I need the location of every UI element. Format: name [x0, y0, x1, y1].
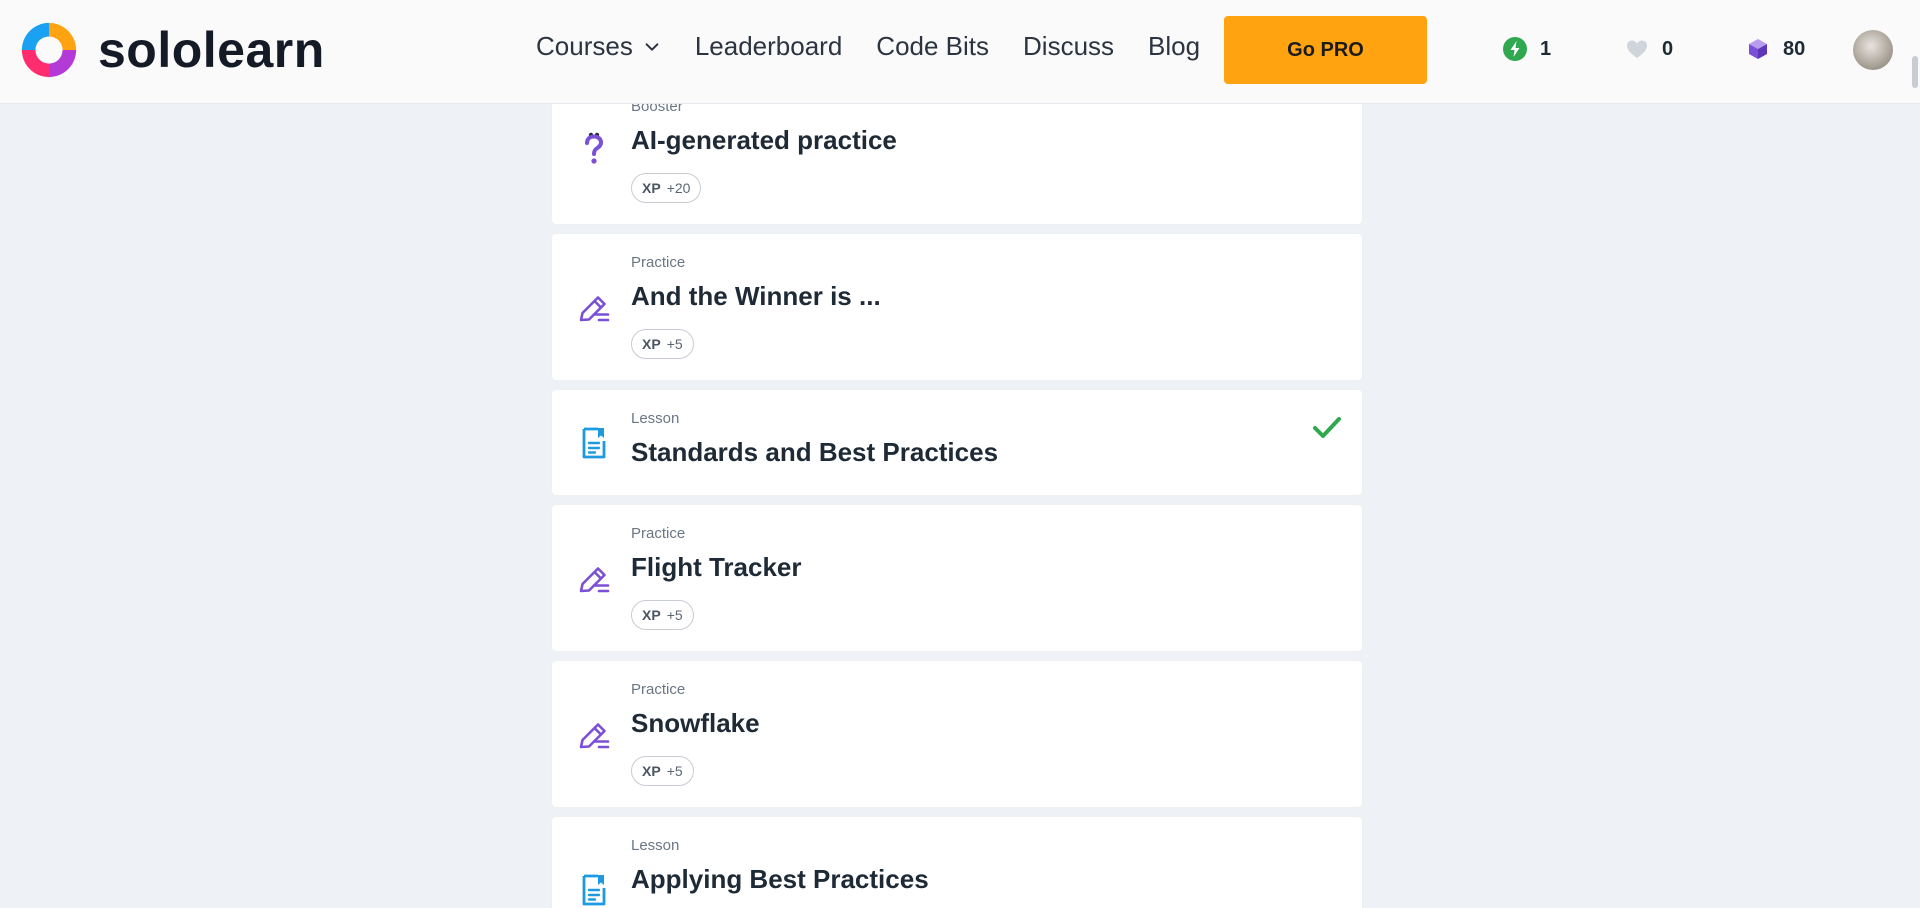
bits-count: 80 — [1783, 37, 1806, 60]
streak-counter[interactable]: 1 — [1502, 36, 1551, 62]
nav-courses[interactable]: Courses — [536, 31, 661, 62]
card-type-label: Practice — [631, 525, 686, 542]
card-type-label: Practice — [631, 254, 686, 271]
question-mark-icon — [585, 132, 604, 164]
card-type-label: Practice — [631, 681, 686, 698]
page-scrollbar[interactable] — [1912, 56, 1918, 88]
lesson-doc-icon — [582, 427, 606, 459]
nav-leaderboard[interactable]: Leaderboard — [695, 31, 842, 62]
pencil-icon — [579, 723, 610, 749]
hearts-counter[interactable]: 0 — [1624, 36, 1673, 62]
xp-value: +5 — [666, 336, 683, 352]
card-type-label: Lesson — [631, 410, 680, 427]
lightning-icon — [1503, 37, 1527, 61]
list-item-practice[interactable]: Practice Flight Tracker XP +5 — [552, 505, 1362, 651]
checkmark-icon — [1313, 417, 1341, 438]
card-title: And the Winner is ... — [631, 281, 881, 311]
main-nav: Courses Leaderboard Code Bits Discuss Bl… — [536, 31, 1200, 62]
go-pro-button[interactable]: Go PRO — [1224, 16, 1427, 84]
top-navbar: sololearn Courses Leaderboard Code Bits … — [0, 0, 1920, 104]
xp-badge: XP +5 — [631, 600, 694, 630]
sololearn-logo-icon — [21, 22, 77, 78]
card-title: AI-generated practice — [631, 125, 897, 155]
heart-icon — [1627, 40, 1647, 58]
chevron-down-icon — [645, 42, 659, 51]
xp-badge: XP +5 — [631, 756, 694, 786]
sololearn-logo[interactable]: sololearn — [18, 19, 325, 81]
pencil-icon — [579, 567, 610, 593]
list-item-practice[interactable]: Practice And the Winner is ... XP +5 — [552, 234, 1362, 380]
xp-label: XP — [642, 607, 661, 623]
xp-label: XP — [642, 763, 661, 779]
lesson-doc-icon — [582, 874, 606, 906]
user-avatar[interactable] — [1853, 30, 1893, 70]
nav-blog[interactable]: Blog — [1148, 31, 1200, 62]
list-item-practice[interactable]: Practice Snowflake XP +5 — [552, 661, 1362, 807]
nav-discuss[interactable]: Discuss — [1023, 31, 1114, 62]
xp-badge: XP +5 — [631, 329, 694, 359]
brand-name: sololearn — [98, 22, 325, 78]
page: sololearn Courses Leaderboard Code Bits … — [0, 0, 1920, 908]
xp-badge: XP +20 — [631, 173, 702, 203]
card-title: Snowflake — [631, 708, 760, 738]
card-title: Applying Best Practices — [631, 864, 929, 894]
list-item-lesson[interactable]: Lesson Standards and Best Practices — [552, 390, 1362, 495]
card-title: Standards and Best Practices — [631, 437, 999, 467]
xp-value: +5 — [666, 763, 683, 779]
card-title: Flight Tracker — [631, 552, 802, 582]
hearts-count: 0 — [1662, 37, 1674, 60]
xp-label: XP — [642, 336, 661, 352]
card-type-label: Lesson — [631, 837, 680, 854]
nav-code-bits[interactable]: Code Bits — [876, 31, 989, 62]
xp-value: +20 — [666, 180, 691, 196]
nav-courses-label: Courses — [536, 31, 633, 61]
xp-label: XP — [642, 180, 661, 196]
xp-value: +5 — [666, 607, 683, 623]
list-item-lesson[interactable]: Lesson Applying Best Practices — [552, 817, 1362, 908]
bits-counter[interactable]: 80 — [1745, 36, 1805, 62]
cube-icon — [1749, 39, 1767, 59]
streak-count: 1 — [1540, 37, 1552, 60]
pencil-icon — [579, 296, 610, 322]
